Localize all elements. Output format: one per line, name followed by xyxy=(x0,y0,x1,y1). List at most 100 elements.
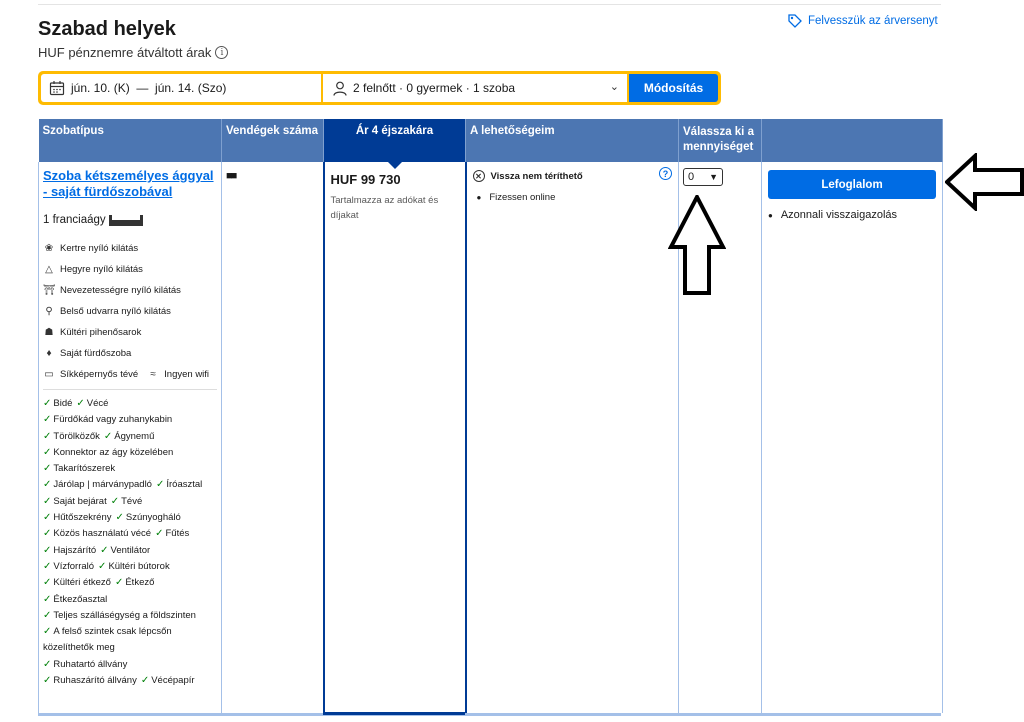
amenity-label: Teljes szálláségység a földszinten xyxy=(53,609,196,621)
feature-label: Belső udvarra nyíló kilátás xyxy=(60,306,171,317)
checkmark-icon: ✓ xyxy=(98,560,107,572)
confirmation-note: ● Azonnali visszaigazolás xyxy=(762,199,942,221)
top-divider xyxy=(38,4,941,5)
bed-icon xyxy=(108,214,143,226)
price-value: HUF 99 730 xyxy=(330,172,401,187)
room-name-link[interactable]: Szoba kétszemélyes ággyal - saját fürdős… xyxy=(43,168,217,200)
mountain-view-icon: △ xyxy=(45,264,53,275)
checkmark-icon: ✓ xyxy=(43,495,52,507)
amenity-label: Étkezőasztal xyxy=(53,593,108,605)
modify-search-button[interactable]: Módosítás xyxy=(629,74,718,102)
checkmark-icon: ✓ xyxy=(43,463,52,475)
quantity-select[interactable]: 0 ▼ xyxy=(683,168,723,186)
amenity-line: ✓ Ruhatartó állvány xyxy=(43,657,217,673)
amenity-line: ✓ Törölközők ✓ Ágynemű xyxy=(43,429,217,445)
checkmark-icon: ✓ xyxy=(43,658,52,670)
date-picker[interactable]: jún. 10. (K) — jún. 14. (Szo) xyxy=(41,74,321,102)
checkmark-icon: ✓ xyxy=(43,398,52,409)
checkmark-icon: ✓ xyxy=(76,398,85,409)
checkmark-icon: ✓ xyxy=(43,593,52,605)
amenity-line: ✓ Bidé ✓ Vécé xyxy=(43,396,217,412)
checkmark-icon: ✓ xyxy=(103,430,113,442)
checkmark-icon: ✓ xyxy=(155,479,165,491)
option-refund: ✕ Vissza nem téríthető ? xyxy=(467,162,679,182)
guest-summary[interactable]: 2 felnőtt · 0 gyermek · 1 szoba xyxy=(353,81,515,95)
checkmark-icon: ✓ xyxy=(155,528,164,540)
checkmark-icon: ✓ xyxy=(110,495,120,507)
bullet-icon: ● xyxy=(768,210,773,220)
price-match-link[interactable]: Felvesszük az árversenyt xyxy=(788,14,938,28)
bed-info: 1 franciaágy xyxy=(43,214,217,226)
checkmark-icon: ✓ xyxy=(100,544,109,556)
feature-tv-wifi: ▭ Síkképernyős tévé ≈ Ingyen wifi xyxy=(43,364,217,385)
chevron-down-icon: ⌄ xyxy=(609,81,619,93)
checkmark-icon: ✓ xyxy=(140,675,150,687)
checkmark-icon: ✓ xyxy=(115,512,124,524)
amenity-label: Fürdőkád vagy zuhanykabin xyxy=(53,414,173,426)
quantity-value[interactable]: 0 xyxy=(688,171,694,183)
page-title: Szabad helyek xyxy=(38,18,176,40)
feature-landmark-view: ⛩ Nevezetességre nyíló kilátás xyxy=(43,280,217,301)
tv-label: Síkképernyős tévé xyxy=(60,369,139,380)
feature-label: Kültéri pihenősarok xyxy=(60,327,142,338)
amenity-label: Íróasztal xyxy=(166,479,203,491)
checkmark-icon: ✓ xyxy=(43,675,52,687)
book-button[interactable]: Lefoglalom xyxy=(768,170,936,199)
amenity-label: Hajszárító xyxy=(53,544,97,556)
amenity-line: ✓ Saját bejárat ✓ Tévé xyxy=(43,494,217,510)
header-empty xyxy=(761,119,943,162)
two-persons-icon: ■■ xyxy=(226,170,237,182)
amenity-label: Bidé xyxy=(53,398,73,409)
feature-mountain-view: △ Hegyre nyíló kilátás xyxy=(43,259,217,280)
checkmark-icon: ✓ xyxy=(43,577,52,589)
price-note: Tartalmazza az adókat és díjakat xyxy=(330,195,439,221)
amenity-line: ✓ Hajszárító ✓ Ventilátor xyxy=(43,543,217,559)
checkmark-icon: ✓ xyxy=(43,528,52,540)
question-icon[interactable]: ? xyxy=(659,167,672,180)
checkmark-icon: ✓ xyxy=(43,479,52,491)
amenity-label: Vécé xyxy=(86,398,109,409)
bullet-icon: ● xyxy=(476,193,482,202)
amenity-label: Takarítószerek xyxy=(53,463,116,475)
bed-label: 1 franciaágy xyxy=(43,214,106,226)
guests-cell: ■■ xyxy=(221,162,324,713)
annotation-arrow-up-icon xyxy=(668,195,726,295)
amenity-label: Saját bejárat xyxy=(53,495,107,507)
checkmark-icon: ✓ xyxy=(43,544,52,556)
amenity-label: Közös használatú vécé xyxy=(53,528,152,540)
amenity-line: ✓ A felső szintek csak lépcsőn közelíthet… xyxy=(43,624,217,657)
amenity-label: Étkező xyxy=(125,577,155,589)
price-match-label[interactable]: Felvesszük az árversenyt xyxy=(808,15,938,27)
amenity-label: A felső szintek csak lépcsőn közelíthető… xyxy=(43,626,172,654)
amenity-label: Ruhaszárító állvány xyxy=(53,675,137,687)
amenity-label: Kültéri étkező xyxy=(53,577,111,589)
rooms-table: Szobatípus Vendégek száma Ár 4 éjszakára… xyxy=(38,119,943,713)
person-icon xyxy=(333,81,347,96)
tv-icon: ▭ xyxy=(44,369,54,380)
landmark-view-icon: ⛩ xyxy=(43,285,56,296)
info-icon[interactable]: i xyxy=(215,46,229,59)
options-cell: ✕ Vissza nem téríthető ? ● Fizessen onli… xyxy=(465,162,679,713)
feature-private-bathroom: ♦ Saját fürdőszoba xyxy=(43,343,217,364)
booking-cell: Lefoglalom ● Azonnali visszaigazolás xyxy=(761,162,943,713)
table-bottom-border xyxy=(38,713,941,716)
wifi-icon: ≈ xyxy=(150,369,156,380)
checkmark-icon: ✓ xyxy=(43,430,52,442)
shower-icon: ♦ xyxy=(46,348,52,359)
amenity-line: ✓ Közös használatú vécé ✓ Fűtés xyxy=(43,526,217,542)
checkmark-icon: ✓ xyxy=(114,577,124,589)
header-price: Ár 4 éjszakára xyxy=(323,119,466,169)
courtyard-view-icon: ⚲ xyxy=(45,306,53,317)
amenities-list: ✓ Bidé ✓ Vécé ✓ Fürdőkád vagy zuhanykabin ✓ Tör… xyxy=(43,396,217,689)
amenity-label: Hűtőszekrény xyxy=(53,512,112,524)
amenity-label: Konnektor az ágy közelében xyxy=(53,446,174,458)
header-room-type: Szobatípus xyxy=(38,119,222,162)
amenity-line: ✓ Étkezőasztal xyxy=(43,592,217,608)
garden-view-icon: ❀ xyxy=(44,243,54,254)
checkmark-icon: ✓ xyxy=(43,414,52,426)
price-cell: HUF 99 730 Tartalmazza az adókat és díja… xyxy=(322,162,467,713)
date-range[interactable]: jún. 10. (K) — jún. 14. (Szo) xyxy=(71,81,226,95)
checkmark-icon: ✓ xyxy=(43,446,52,458)
guest-selector[interactable]: 2 felnőtt · 0 gyermek · 1 szoba ⌄ xyxy=(323,74,627,102)
wifi-label: Ingyen wifi xyxy=(164,369,210,380)
